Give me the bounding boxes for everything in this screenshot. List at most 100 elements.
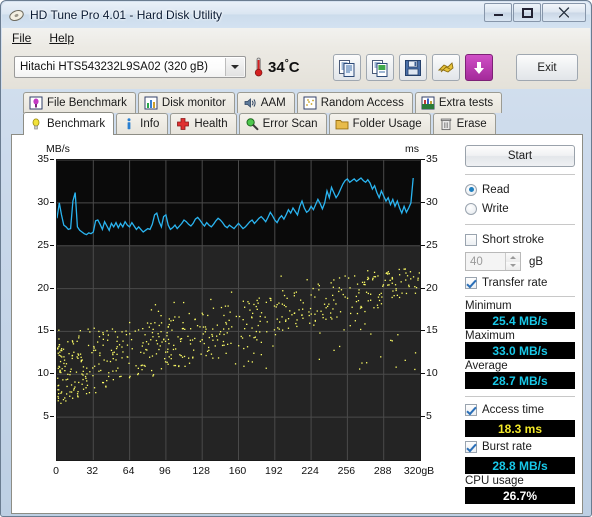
- access-time-checkbox[interactable]: [465, 403, 477, 416]
- file-benchmark-icon: [29, 96, 43, 110]
- tab-error-scan[interactable]: Error Scan: [238, 113, 327, 134]
- error-scan-magnifier-icon: [245, 117, 259, 131]
- x-tick: 96: [159, 465, 171, 477]
- tab-benchmark[interactable]: Benchmark: [23, 112, 115, 135]
- toolbar-buttons: Exit: [333, 54, 578, 81]
- y-axis-left: 5 10 15 20 25 30 35: [24, 153, 54, 459]
- maximize-button[interactable]: [513, 3, 541, 22]
- x-tick: 320gB: [403, 465, 435, 477]
- x-tick: 128: [192, 465, 210, 477]
- checkbox-transfer-rate[interactable]: Transfer rate: [465, 274, 575, 291]
- burst-rate-checkbox[interactable]: [465, 440, 477, 453]
- tab-erase[interactable]: Erase: [432, 113, 496, 134]
- menu-help-label: Help: [49, 31, 75, 45]
- benchmark-panel: MB/s ms 5 10 15 20 25 30 35 5 10 15 20 25 30 35 0 32 6…: [11, 134, 583, 514]
- exit-button[interactable]: Exit: [516, 54, 578, 81]
- tab-area: File Benchmark Disk monitor AAM Random A…: [11, 92, 583, 514]
- short-stroke-checkbox[interactable]: [465, 233, 477, 246]
- temperature-readout: 34°C: [268, 58, 300, 76]
- divider: [465, 174, 575, 175]
- y-tick-left: 15: [37, 324, 49, 337]
- control-panel: Start Read Write Short stroke 40 gB Tran…: [465, 145, 575, 507]
- temperature-unit: C: [288, 59, 300, 76]
- tab-info[interactable]: Info: [116, 113, 169, 134]
- x-tick: 192: [265, 465, 283, 477]
- transfer-rate-checkbox[interactable]: [465, 276, 477, 289]
- tab-folder-usage-label: Folder Usage: [352, 118, 422, 130]
- tab-extra-tests[interactable]: Extra tests: [414, 92, 503, 113]
- start-button[interactable]: Start: [465, 145, 575, 167]
- tab-health[interactable]: Health: [170, 113, 237, 134]
- checkbox-access-time[interactable]: Access time: [465, 401, 575, 418]
- burst-rate-value: 28.8 MB/s: [465, 457, 575, 474]
- short-stroke-size-unit: gB: [529, 255, 544, 268]
- disk-monitor-icon: [144, 96, 158, 110]
- stepper-up-icon[interactable]: [506, 253, 520, 262]
- y-tick-right: 25: [426, 238, 438, 251]
- average-label: Average: [465, 360, 508, 372]
- short-stroke-size-value: 40: [470, 255, 483, 268]
- y-tick-left: 5: [43, 410, 49, 423]
- folder-usage-icon: [335, 117, 349, 131]
- y-axis-label-right: ms: [405, 143, 419, 155]
- x-tick: 32: [86, 465, 99, 477]
- y-tick-left: 35: [37, 153, 49, 165]
- tab-random-access[interactable]: Random Access: [296, 92, 413, 113]
- tab-folder-usage[interactable]: Folder Usage: [328, 113, 431, 134]
- y-tick-left: 25: [37, 238, 49, 251]
- menu-item-help[interactable]: Help: [49, 31, 74, 45]
- plot-area: [56, 159, 421, 461]
- divider: [465, 224, 575, 225]
- menu-item-file[interactable]: File: [12, 31, 31, 45]
- y-tick-right: 10: [426, 367, 438, 380]
- checkbox-burst-rate[interactable]: Burst rate: [465, 438, 575, 455]
- x-axis: 0 32 64 96 128 160 192 224 256 288 320gB: [53, 463, 434, 479]
- x-tick: 0: [53, 465, 59, 477]
- chevron-down-icon[interactable]: [225, 58, 244, 76]
- average-value: 28.7 MB/s: [465, 372, 575, 389]
- title-bar: HD Tune Pro 4.01 - Hard Disk Utility: [2, 2, 590, 28]
- x-tick: 160: [228, 465, 247, 477]
- minimum-value: 25.4 MB/s: [465, 312, 575, 329]
- maximum-label: Maximum: [465, 330, 515, 342]
- save-icon[interactable]: [399, 54, 427, 81]
- radio-write[interactable]: Write: [465, 200, 575, 217]
- tab-file-benchmark[interactable]: File Benchmark: [23, 92, 136, 113]
- drive-select[interactable]: Hitachi HTS543232L9SA02 (320 gB): [14, 56, 246, 78]
- radio-read-indicator[interactable]: [465, 183, 477, 196]
- random-access-icon: [303, 96, 317, 110]
- tab-aam[interactable]: AAM: [236, 92, 295, 113]
- checkbox-short-stroke[interactable]: Short stroke: [465, 231, 575, 248]
- access-time-value: 18.3 ms: [465, 420, 575, 437]
- close-button[interactable]: [542, 3, 586, 22]
- copy-image-icon[interactable]: [366, 54, 394, 81]
- radio-read[interactable]: Read: [465, 181, 575, 198]
- tab-disk-monitor[interactable]: Disk monitor: [137, 92, 235, 113]
- menu-bar: File Help: [2, 28, 590, 48]
- accelerate-icon[interactable]: [432, 54, 460, 81]
- radio-write-indicator[interactable]: [465, 202, 477, 215]
- divider: [465, 396, 575, 397]
- copy-icon[interactable]: [333, 54, 361, 81]
- stepper-down-icon[interactable]: [506, 261, 520, 270]
- tab-extra-tests-label: Extra tests: [438, 97, 494, 109]
- tab-file-benchmark-label: File Benchmark: [47, 97, 127, 109]
- tab-disk-monitor-label: Disk monitor: [161, 97, 226, 109]
- short-stroke-size-input[interactable]: 40: [465, 252, 521, 271]
- tab-row-bottom: Benchmark Info Health Error Scan Folder …: [23, 112, 498, 135]
- y-tick-right: 20: [426, 281, 438, 294]
- cpu-usage-value: 26.7%: [465, 487, 575, 504]
- x-tick: 256: [337, 465, 356, 477]
- x-tick: 64: [122, 465, 135, 477]
- divider: [465, 296, 575, 297]
- transfer-rate-label: Transfer rate: [482, 276, 548, 289]
- minimize-button[interactable]: [484, 3, 512, 22]
- quantity-stepper[interactable]: [505, 253, 520, 270]
- tab-random-access-label: Random Access: [320, 97, 404, 109]
- window-title: HD Tune Pro 4.01 - Hard Disk Utility: [30, 8, 223, 22]
- extra-tests-icon: [421, 96, 435, 110]
- tab-benchmark-label: Benchmark: [47, 118, 106, 130]
- download-icon[interactable]: [465, 54, 493, 81]
- temperature-value: 34: [268, 59, 285, 76]
- burst-rate-label: Burst rate: [482, 440, 532, 453]
